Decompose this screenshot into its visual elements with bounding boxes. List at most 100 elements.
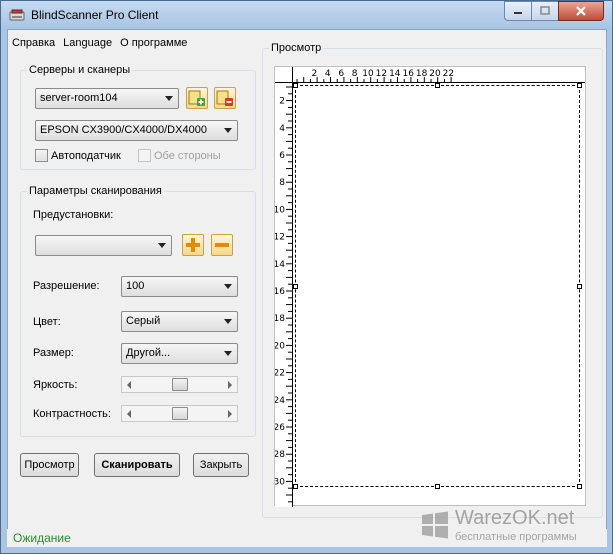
ruler-left-label: 16 — [275, 287, 285, 297]
contrast-slider-thumb[interactable] — [171, 407, 188, 420]
color-combo[interactable]: Серый — [121, 311, 238, 332]
arrow-left-icon[interactable] — [127, 381, 131, 389]
presets-label: Предустановки: — [33, 209, 114, 221]
maximize-button[interactable] — [531, 1, 559, 21]
resolution-label: Разрешение: — [33, 280, 100, 292]
windows-logo-icon — [422, 511, 448, 539]
preview-canvas[interactable]: 2 4 6 8 10 12 14 16 18 20 22 2 4 6 8 10 12 14 16 18 20 22 24 2… — [274, 66, 586, 507]
ruler-left-label: 26 — [275, 423, 285, 433]
add-server-icon — [188, 90, 205, 106]
ruler-top-label: 2 — [312, 69, 318, 79]
menu-language[interactable]: Language — [59, 34, 116, 52]
menu-help[interactable]: Справка — [8, 34, 59, 52]
ruler-left-label: 20 — [275, 341, 285, 351]
ruler-left-label: 6 — [279, 151, 285, 161]
watermark-title: WarezOK.net — [455, 507, 575, 529]
ruler-left-label: 12 — [275, 233, 285, 243]
server-combo[interactable]: server-room104 — [35, 88, 179, 109]
ruler-top-label: 22 — [443, 69, 454, 79]
minus-icon — [215, 243, 229, 247]
scanner-combo-value: EPSON CX3900/CX4000/DX4000 — [40, 124, 207, 136]
size-combo[interactable]: Другой... — [121, 343, 238, 364]
ruler-top-label: 14 — [389, 69, 401, 79]
close-button[interactable]: Закрыть — [193, 453, 249, 477]
ruler-left-label: 18 — [275, 314, 285, 324]
add-preset-button[interactable] — [182, 234, 204, 256]
preview-group-label: Просмотр — [269, 42, 324, 54]
scanner-app-icon — [9, 9, 25, 21]
remove-server-button[interactable] — [214, 87, 236, 109]
resize-handle-w[interactable] — [293, 284, 298, 289]
status-text: Ожидание — [13, 531, 71, 545]
color-combo-value: Серый — [126, 315, 161, 327]
window-title: BlindScanner Pro Client — [31, 8, 159, 22]
size-label: Размер: — [33, 347, 74, 359]
ruler-left-ticks: 24681012141618202224262830 — [275, 86, 293, 503]
servers-group-label: Серверы и сканеры — [27, 64, 133, 76]
resolution-combo-value: 100 — [126, 280, 145, 292]
ruler-left-label: 14 — [275, 260, 285, 270]
resize-handle-n[interactable] — [435, 83, 440, 88]
ruler-left: 2 4 6 8 10 12 14 16 18 20 22 24 26 28 30 — [275, 83, 293, 507]
client-area: Справка Language О программе Серверы и с… — [7, 29, 607, 547]
close-icon — [576, 6, 586, 16]
scan-params-group-label: Параметры сканирования — [27, 185, 164, 197]
duplex-checkbox[interactable] — [138, 149, 151, 162]
brightness-slider[interactable] — [121, 376, 238, 393]
resize-handle-nw[interactable] — [293, 83, 298, 88]
autofeed-label: Автоподатчик — [51, 150, 121, 162]
brightness-slider-thumb[interactable] — [171, 378, 188, 391]
arrow-right-icon[interactable] — [228, 381, 232, 389]
presets-combo[interactable] — [35, 235, 172, 256]
preview-button[interactable]: Просмотр — [20, 453, 79, 477]
autofeed-checkbox[interactable] — [35, 149, 48, 162]
add-server-button[interactable] — [186, 87, 208, 109]
resize-handle-ne[interactable] — [577, 83, 582, 88]
contrast-label: Контрастность: — [33, 408, 111, 420]
chevron-down-icon — [165, 96, 173, 101]
title-bar[interactable]: BlindScanner Pro Client — [1, 1, 612, 29]
chevron-down-icon — [224, 319, 232, 324]
menu-about[interactable]: О программе — [116, 34, 191, 52]
chevron-down-icon — [224, 284, 232, 289]
scanner-combo[interactable]: EPSON CX3900/CX4000/DX4000 — [35, 120, 238, 141]
contrast-slider[interactable] — [121, 405, 238, 422]
size-combo-value: Другой... — [126, 347, 171, 359]
arrow-right-icon[interactable] — [228, 410, 232, 418]
chevron-down-icon — [224, 128, 232, 133]
resolution-combo[interactable]: 100 — [121, 276, 238, 297]
ruler-left-label: 22 — [275, 369, 285, 379]
ruler-left-label: 30 — [275, 477, 285, 487]
resize-handle-sw[interactable] — [293, 484, 298, 489]
watermark-subtitle: бесплатные программы — [455, 531, 577, 543]
ruler-top: 2 4 6 8 10 12 14 16 18 20 22 — [275, 67, 585, 83]
resize-handle-se[interactable] — [577, 484, 582, 489]
duplex-label: Обе стороны — [154, 150, 221, 162]
ruler-corner — [275, 67, 293, 83]
ruler-left-label: 28 — [275, 450, 285, 460]
ruler-left-label: 24 — [275, 396, 285, 406]
ruler-left-label: 4 — [279, 124, 285, 134]
arrow-left-icon[interactable] — [127, 410, 131, 418]
resize-handle-s[interactable] — [435, 484, 440, 489]
minimize-button[interactable] — [504, 1, 532, 21]
color-label: Цвет: — [33, 316, 61, 328]
remove-preset-button[interactable] — [211, 234, 233, 256]
plus-icon — [186, 238, 200, 252]
ruler-top-ticks: 2 4 6 8 10 12 14 16 18 20 22 — [296, 69, 454, 83]
watermark: WarezOK.net бесплатные программы — [421, 507, 601, 551]
ruler-left-label: 2 — [279, 97, 285, 107]
ruler-top-label: 18 — [416, 69, 428, 79]
menu-bar: Справка Language О программе — [8, 34, 191, 52]
ruler-top-label: 4 — [325, 69, 331, 79]
close-window-button[interactable] — [558, 1, 604, 21]
server-combo-value: server-room104 — [40, 92, 118, 104]
ruler-top-label: 10 — [362, 69, 374, 79]
title-watermark-url — [209, 11, 499, 23]
scan-button[interactable]: Сканировать — [94, 453, 180, 477]
resize-handle-e[interactable] — [577, 284, 582, 289]
scan-region-selection[interactable] — [293, 83, 582, 489]
chevron-down-icon — [224, 351, 232, 356]
ruler-top-label: 6 — [338, 69, 344, 79]
brightness-label: Яркость: — [33, 379, 78, 391]
